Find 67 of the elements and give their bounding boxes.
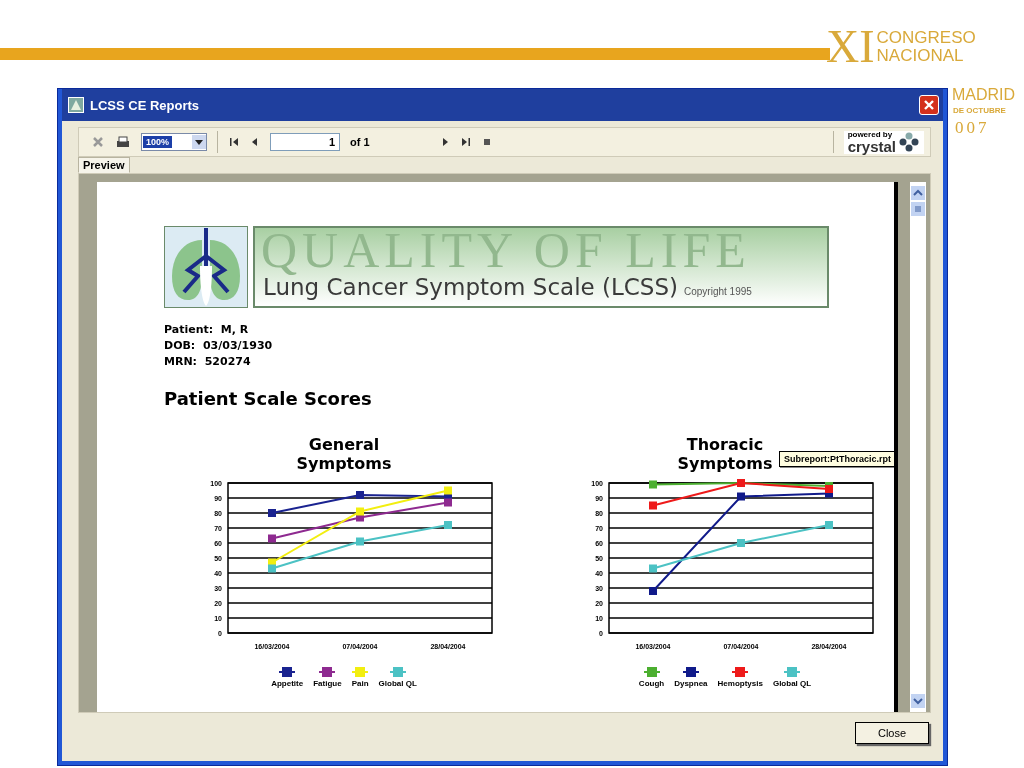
scroll-down-icon[interactable]: [911, 694, 925, 708]
point: [356, 491, 364, 499]
patient-detail: Patient: M, R: [164, 322, 250, 338]
chart-title: General Symptoms: [295, 435, 393, 473]
legend-marker: [732, 667, 749, 677]
point: [268, 534, 276, 543]
first-page-icon[interactable]: [228, 136, 241, 148]
close-button[interactable]: Close: [855, 722, 929, 744]
logo-numeral: XI: [826, 24, 875, 70]
patient-detail: DOB: 03/03/1930: [164, 338, 274, 354]
window-title: LCSS CE Reports: [90, 97, 201, 113]
point: [356, 537, 364, 546]
legend-marker: [352, 667, 369, 677]
legend-marker: [389, 667, 406, 677]
point: [444, 521, 452, 529]
lungs-icon: [164, 226, 248, 308]
point: [649, 587, 657, 595]
page-number-field[interactable]: 1: [270, 133, 341, 151]
point: [737, 492, 745, 501]
tooltip: Subreport:PtThoracic.rpt: [779, 451, 894, 467]
legend-label: Global QL: [772, 679, 812, 689]
legend-label: Fatigue: [313, 679, 342, 689]
logo-wordmark: crystal: [847, 138, 896, 154]
point: [268, 509, 276, 517]
preview-tab[interactable]: Preview: [78, 157, 130, 173]
scroll-up-icon[interactable]: [911, 186, 925, 200]
stop-icon[interactable]: [481, 137, 492, 147]
logo-text: MADRID: [952, 86, 1016, 104]
point: [649, 564, 657, 573]
legend-label: Appetite: [271, 679, 304, 689]
point: [649, 480, 657, 489]
point: [356, 507, 364, 516]
point: [444, 498, 452, 507]
logo-text: NACIONAL: [876, 47, 965, 65]
banner-title: Lung Cancer Symptom Scale (LCSS): [263, 274, 678, 300]
logo-text: DE OCTUBRE: [953, 106, 1006, 115]
caret-icon[interactable]: [192, 135, 207, 149]
legend-marker: [643, 667, 660, 677]
legend-label: Hemoptysis: [717, 679, 763, 689]
app-icon: [68, 97, 84, 113]
point: [649, 501, 657, 510]
close-icon[interactable]: [919, 95, 939, 115]
legend-label: Global QL: [378, 679, 417, 689]
legend-marker: [682, 667, 699, 677]
legend-label: Dyspnea: [674, 679, 708, 689]
copyright-text: Copyright 1995: [684, 286, 752, 297]
dots-icon: [898, 132, 920, 152]
logo-caption: powered by: [847, 130, 894, 139]
patient-detail: MRN: 520274: [164, 354, 252, 370]
page-count: of 1: [350, 136, 370, 148]
logo-year: 007: [955, 118, 990, 138]
legend-marker: [279, 667, 296, 677]
legend-label: Cough: [638, 679, 665, 689]
legend-label: Pain: [351, 679, 369, 689]
point: [825, 521, 833, 529]
logo-text: CONGRESO: [876, 29, 976, 47]
scroll-thumb[interactable]: [911, 202, 925, 216]
chart-title: Thoracic Symptoms: [676, 435, 774, 473]
legend-marker: [319, 667, 336, 677]
point: [444, 486, 452, 495]
point: [268, 564, 276, 573]
print-icon[interactable]: [115, 135, 131, 149]
section-heading: Patient Scale Scores: [164, 388, 373, 409]
last-page-icon[interactable]: [459, 136, 472, 148]
zoom-dropdown[interactable]: 100%: [141, 133, 208, 151]
point: [737, 539, 745, 547]
legend-marker: [784, 667, 800, 677]
